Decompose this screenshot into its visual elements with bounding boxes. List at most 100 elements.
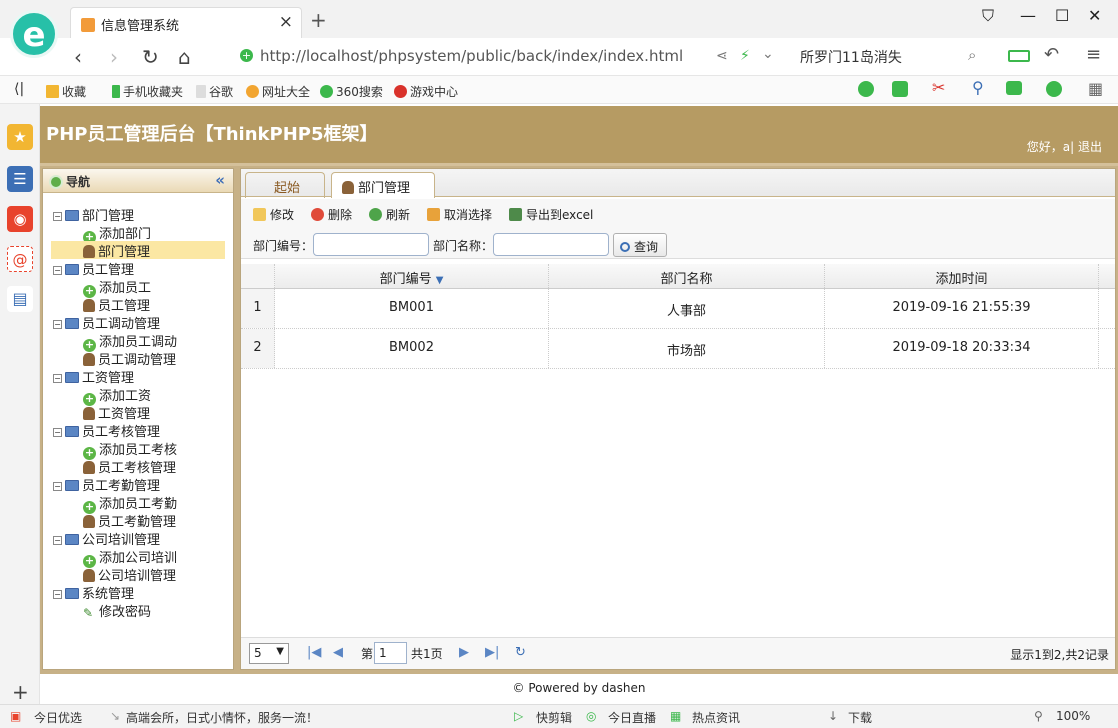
mail-icon[interactable]: @: [7, 246, 33, 272]
delete-button[interactable]: 删除: [311, 206, 352, 223]
page-size-select[interactable]: 5 ▼: [249, 643, 289, 664]
url-bar[interactable]: + http://localhost/phpsystem/public/back…: [232, 44, 788, 70]
edit-button[interactable]: 修改: [253, 206, 294, 223]
tree-expand-icon[interactable]: −: [53, 266, 62, 275]
browser-tab[interactable]: 信息管理系统 ×: [70, 7, 302, 38]
bookmark-favorites[interactable]: 收藏: [46, 83, 86, 100]
nav-item[interactable]: + 添加工资: [51, 385, 225, 406]
status-left-label[interactable]: 今日优选: [34, 709, 82, 726]
prev-page-icon[interactable]: ◀: [333, 645, 343, 660]
user-greeting-logout[interactable]: 您好，a| 退出: [1027, 138, 1102, 155]
bookmark-google[interactable]: 谷歌: [196, 83, 233, 100]
tree-expand-icon[interactable]: −: [53, 320, 62, 329]
tab-close-icon[interactable]: ×: [279, 12, 293, 32]
status-item-0[interactable]: 快剪辑: [536, 709, 572, 726]
status-ad-text[interactable]: 高端会所，日式小情怀，服务一流！: [126, 709, 318, 726]
battery-icon[interactable]: [1008, 50, 1030, 62]
bookmark-360search[interactable]: 360搜索: [320, 83, 383, 100]
export-excel-button[interactable]: 导出到excel: [509, 206, 593, 223]
nav-group[interactable]: − 工资管理: [53, 367, 134, 386]
nav-item[interactable]: 工资管理: [51, 403, 225, 422]
tree-expand-icon[interactable]: −: [53, 212, 62, 221]
back-button[interactable]: ‹: [74, 45, 82, 69]
reload-button[interactable]: ↻: [142, 45, 159, 69]
nav-group[interactable]: − 员工考核管理: [53, 421, 160, 440]
status-item-1[interactable]: 今日直播: [608, 709, 656, 726]
nav-item[interactable]: 员工考勤管理: [51, 511, 225, 530]
document-icon[interactable]: ▤: [7, 286, 33, 312]
chat-icon[interactable]: [858, 81, 874, 97]
download-icon[interactable]: ↓: [828, 709, 838, 723]
forward-button[interactable]: ›: [110, 45, 118, 69]
minimize-button[interactable]: —: [1020, 6, 1036, 25]
status-item-2[interactable]: 热点资讯: [692, 709, 740, 726]
favorites-star-icon[interactable]: ★: [7, 124, 33, 150]
maximize-button[interactable]: ☐: [1055, 6, 1069, 25]
nav-group[interactable]: − 员工调动管理: [53, 313, 160, 332]
next-page-icon[interactable]: ▶: [459, 645, 469, 660]
nav-item[interactable]: + 添加员工: [51, 277, 225, 298]
column-header-code[interactable]: 部门编号 ▼: [275, 264, 549, 288]
zoom-level[interactable]: 100%: [1056, 709, 1090, 723]
weibo-icon[interactable]: ◉: [7, 206, 33, 232]
dept-name-input[interactable]: [493, 233, 609, 256]
column-header-name[interactable]: 部门名称: [549, 264, 825, 288]
new-tab-button[interactable]: +: [310, 8, 327, 32]
tree-expand-icon[interactable]: −: [53, 590, 62, 599]
apps-grid-icon[interactable]: ▦: [1088, 79, 1103, 98]
search-icon[interactable]: ⌕: [968, 46, 976, 64]
tab-dept-management[interactable]: 部门管理 ×: [331, 172, 435, 211]
nav-item[interactable]: 员工考核管理: [51, 457, 225, 476]
shirt-icon[interactable]: ⛉: [982, 6, 994, 26]
scissors-icon[interactable]: ✂: [932, 78, 945, 97]
bookmark-games[interactable]: 游戏中心: [394, 83, 458, 100]
nav-item[interactable]: + 添加员工考核: [51, 439, 225, 460]
undo-icon[interactable]: ↶: [1044, 44, 1059, 65]
tree-expand-icon[interactable]: −: [53, 374, 62, 383]
sidebar-toggle-icon[interactable]: ⟨|: [14, 81, 24, 97]
collapse-icon[interactable]: «: [215, 171, 225, 189]
nav-item[interactable]: + 添加员工考勤: [51, 493, 225, 514]
nav-item[interactable]: + 添加公司培训: [51, 547, 225, 568]
magnifier-icon[interactable]: ⚲: [972, 78, 984, 97]
translate-icon[interactable]: [892, 81, 908, 97]
nav-group[interactable]: − 部门管理: [53, 205, 134, 224]
last-page-icon[interactable]: ▶|: [485, 645, 499, 660]
menu-icon[interactable]: ≡: [1086, 44, 1101, 65]
nav-item[interactable]: 员工调动管理: [51, 349, 225, 368]
close-window-button[interactable]: ✕: [1088, 6, 1101, 25]
table-row[interactable]: 2 BM002 市场部 2019-09-18 20:33:34: [241, 329, 1115, 369]
refresh-page-icon[interactable]: ↻: [515, 645, 526, 660]
money-icon[interactable]: [1046, 81, 1062, 97]
reading-list-icon[interactable]: ☰: [7, 166, 33, 192]
dept-no-input[interactable]: [313, 233, 429, 256]
nav-item[interactable]: 员工管理: [51, 295, 225, 314]
lightning-icon[interactable]: ⚡: [740, 48, 750, 64]
nav-item[interactable]: + 添加员工调动: [51, 331, 225, 352]
bookmark-mobile[interactable]: 手机收藏夹: [112, 83, 183, 100]
nav-group[interactable]: − 公司培训管理: [53, 529, 160, 548]
cancel-select-button[interactable]: 取消选择: [427, 206, 492, 223]
sidebar-add-button[interactable]: +: [12, 680, 29, 704]
video-edit-icon[interactable]: ▷: [514, 709, 523, 723]
nav-group[interactable]: − 员工管理: [53, 259, 134, 278]
nav-item[interactable]: 部门管理: [51, 241, 225, 260]
refresh-button[interactable]: 刷新: [369, 206, 410, 223]
news-icon[interactable]: ▦: [670, 709, 681, 723]
home-button[interactable]: ⌂: [178, 45, 191, 69]
gamepad-icon[interactable]: [1006, 81, 1022, 95]
first-page-icon[interactable]: |◀: [307, 645, 321, 660]
page-number-input[interactable]: 1: [374, 642, 407, 664]
tree-expand-icon[interactable]: −: [53, 428, 62, 437]
tree-expand-icon[interactable]: −: [53, 482, 62, 491]
gift-icon[interactable]: ▣: [10, 709, 21, 723]
column-header-time[interactable]: 添加时间: [825, 264, 1099, 288]
live-icon[interactable]: ◎: [586, 709, 596, 723]
url-text[interactable]: http://localhost/phpsystem/public/back/i…: [260, 47, 683, 65]
status-item-3[interactable]: 下载: [848, 709, 872, 726]
nav-group[interactable]: − 系统管理: [53, 583, 134, 602]
bookmark-sites[interactable]: 网址大全: [246, 83, 310, 100]
table-row[interactable]: 1 BM001 人事部 2019-09-16 21:55:39: [241, 289, 1115, 329]
nav-item[interactable]: ✎ 修改密码: [51, 601, 225, 620]
nav-item[interactable]: + 添加部门: [51, 223, 225, 244]
